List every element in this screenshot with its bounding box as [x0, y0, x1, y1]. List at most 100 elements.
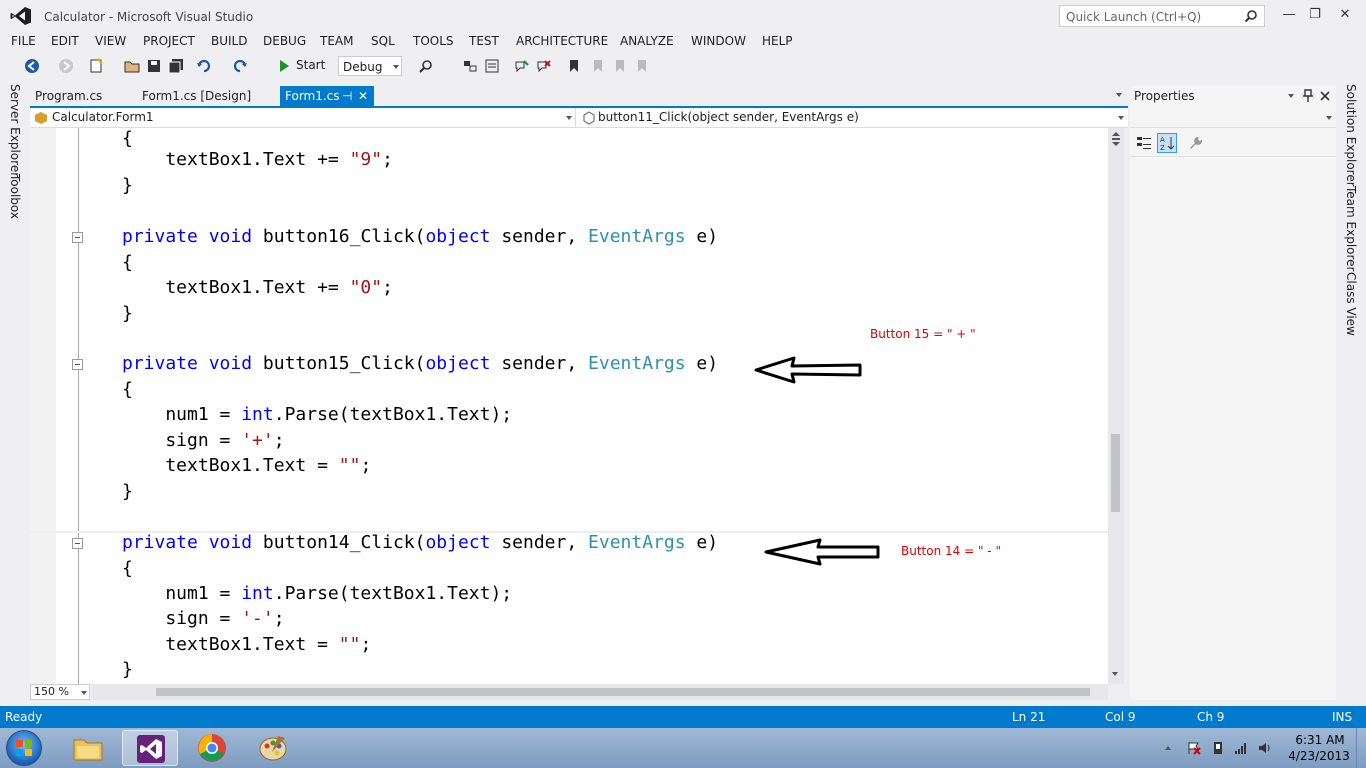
categorized-icon[interactable]: [1136, 135, 1152, 151]
scroll-down-icon[interactable]: [1112, 672, 1118, 676]
save-all-icon[interactable]: [168, 58, 184, 74]
redo-icon[interactable]: [232, 58, 248, 74]
collapse-toggle[interactable]: [72, 232, 83, 243]
search-icon[interactable]: [1244, 9, 1258, 23]
code-line: {: [122, 128, 133, 149]
chrome-icon: [198, 734, 226, 762]
network-signal-icon[interactable]: [1234, 741, 1248, 755]
show-desktop-button[interactable]: [1356, 728, 1366, 768]
menu-window[interactable]: WINDOW: [691, 34, 746, 48]
action-center-flag-icon[interactable]: [1187, 741, 1201, 755]
class-view-tab[interactable]: Class View: [1344, 272, 1358, 336]
horizontal-scrollbar[interactable]: [92, 684, 1108, 700]
vertical-scrollbar[interactable]: [1108, 128, 1124, 684]
solution-configuration-select[interactable]: Debug: [338, 56, 402, 76]
right-tool-rail: Solution Explorer Team Explorer Class Vi…: [1338, 80, 1366, 700]
clock-time[interactable]: 6:31 AM: [1290, 733, 1350, 747]
menu-test[interactable]: TEST: [469, 34, 499, 48]
toolbox-tab[interactable]: Toolbox: [8, 174, 22, 219]
device-icon[interactable]: [1211, 741, 1225, 755]
collapse-toggle[interactable]: [72, 359, 83, 370]
tabs-overflow-chevron-icon[interactable]: [1116, 93, 1122, 97]
menu-architecture[interactable]: ARCHITECTURE: [516, 34, 608, 48]
alphabetical-icon[interactable]: AZ: [1157, 133, 1177, 153]
horizontal-scroll-thumb[interactable]: [156, 688, 1090, 696]
clock-date[interactable]: 4/23/2013: [1286, 749, 1352, 763]
navigate-forward-icon[interactable]: [58, 58, 74, 74]
pin-icon[interactable]: [1302, 89, 1314, 103]
solution-explorer-tab[interactable]: Solution Explorer: [1344, 84, 1358, 187]
tab-program-cs[interactable]: Program.cs: [30, 86, 136, 106]
volume-icon[interactable]: [1258, 741, 1272, 755]
code-editor[interactable]: { textBox1.Text += "9"; } private void b…: [30, 128, 1108, 684]
code-line: sign = '+';: [122, 430, 285, 451]
menu-build[interactable]: BUILD: [211, 34, 247, 48]
taskbar-paint[interactable]: [246, 730, 302, 766]
menu-help[interactable]: HELP: [762, 34, 793, 48]
vertical-scroll-thumb[interactable]: [1111, 434, 1120, 512]
code-line: textBox1.Text = "";: [122, 455, 372, 476]
menu-sql[interactable]: SQL: [371, 34, 395, 48]
properties-grid[interactable]: [1130, 156, 1336, 700]
undo-icon[interactable]: [196, 58, 212, 74]
menu-file[interactable]: FILE: [11, 34, 36, 48]
restore-button[interactable]: ❐: [1302, 4, 1328, 26]
chevron-down-icon[interactable]: [1288, 94, 1294, 98]
configuration-value: Debug: [343, 60, 383, 74]
quick-launch-input[interactable]: Quick Launch (Ctrl+Q): [1059, 5, 1265, 27]
clear-bookmarks-icon[interactable]: [634, 58, 650, 74]
chevron-down-icon: [1326, 116, 1332, 120]
svg-text:Z: Z: [1160, 144, 1165, 152]
menu-edit[interactable]: EDIT: [51, 34, 79, 48]
taskbar-explorer[interactable]: [60, 730, 116, 766]
code-line: textBox1.Text += "9";: [122, 149, 393, 170]
menu-project[interactable]: PROJECT: [143, 34, 195, 48]
minimize-button[interactable]: —: [1276, 4, 1302, 26]
show-hidden-icons-chevron-icon[interactable]: [1165, 746, 1171, 750]
properties-object-select[interactable]: [1130, 108, 1336, 128]
open-file-icon[interactable]: [124, 58, 140, 74]
chevron-down-icon: [566, 116, 572, 120]
close-window-button[interactable]: ✕: [1332, 4, 1358, 26]
comment-out-icon[interactable]: [514, 58, 530, 74]
menu-analyze[interactable]: ANALYZE: [620, 34, 674, 48]
tab-form1-cs[interactable]: Form1.cs ⊣ ✕: [280, 86, 374, 106]
close-tab-icon[interactable]: ✕: [358, 89, 368, 103]
windows-start-button[interactable]: [6, 730, 42, 766]
taskbar-chrome[interactable]: [184, 730, 240, 766]
status-insert-mode: INS: [1332, 710, 1353, 724]
zoom-level-select[interactable]: 150 %: [30, 684, 90, 700]
menu-tools[interactable]: TOOLS: [413, 34, 454, 48]
class-scope-dropdown[interactable]: Calculator.Form1: [30, 108, 576, 128]
tab-label: Form1.cs: [285, 89, 340, 103]
zoom-value: 150 %: [34, 685, 69, 698]
split-editor-icon[interactable]: [1111, 132, 1121, 146]
bookmark-icon[interactable]: [566, 58, 582, 74]
navigate-back-icon[interactable]: [24, 58, 40, 74]
play-icon: [280, 60, 289, 72]
property-pages-icon[interactable]: [1188, 135, 1204, 151]
annotation-button14: Button 14 = " - ": [901, 544, 1001, 558]
find-in-files-icon[interactable]: [418, 58, 434, 74]
server-explorer-tab[interactable]: Server Explorer: [8, 84, 22, 177]
menu-team[interactable]: TEAM: [320, 34, 353, 48]
properties-window-icon[interactable]: [484, 58, 500, 74]
uncomment-icon[interactable]: [536, 58, 552, 74]
previous-bookmark-icon[interactable]: [590, 58, 606, 74]
taskbar-visual-studio[interactable]: [122, 730, 178, 766]
close-icon[interactable]: [1319, 89, 1331, 103]
new-project-icon[interactable]: [88, 58, 104, 74]
member-scope-dropdown[interactable]: button11_Click(object sender, EventArgs …: [578, 108, 1128, 128]
collapse-toggle[interactable]: [72, 538, 83, 549]
code-line: }: [122, 481, 133, 502]
next-bookmark-icon[interactable]: [612, 58, 628, 74]
chevron-down-icon: [1118, 116, 1124, 120]
team-explorer-tab[interactable]: Team Explorer: [1344, 186, 1358, 272]
save-icon[interactable]: [146, 58, 162, 74]
tab-form1-design[interactable]: Form1.cs [Design]: [136, 86, 280, 106]
menu-debug[interactable]: DEBUG: [263, 34, 306, 48]
pin-icon[interactable]: ⊣: [342, 89, 352, 103]
tab-label: Program.cs: [35, 89, 103, 103]
solution-explorer-icon[interactable]: [462, 58, 478, 74]
menu-view[interactable]: VIEW: [95, 34, 126, 48]
